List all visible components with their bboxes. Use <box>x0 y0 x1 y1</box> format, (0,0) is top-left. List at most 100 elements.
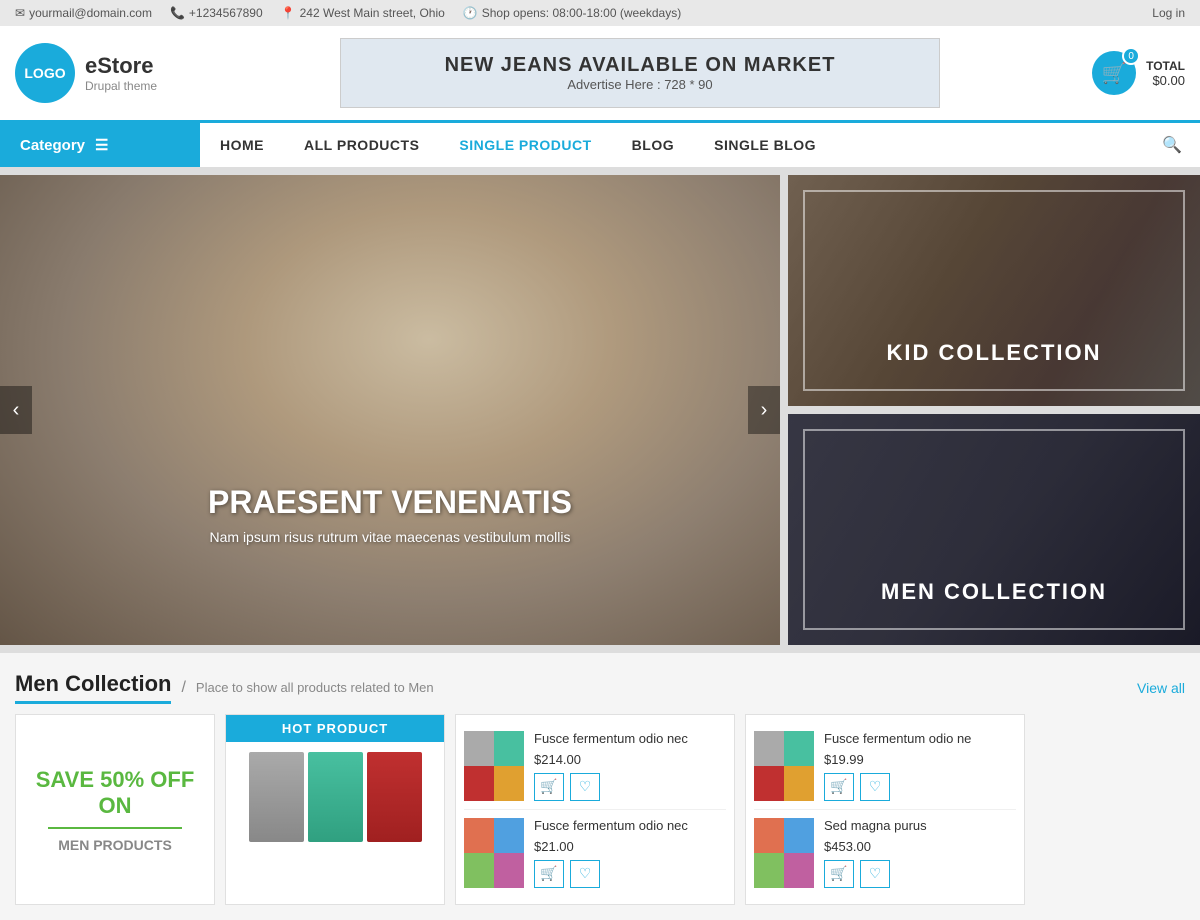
product-info-4: Sed magna purus $453.00 🛒 ♡ <box>824 818 1016 888</box>
logo-circle[interactable]: LOGO <box>15 43 75 103</box>
dress-thumb-3 <box>367 752 422 842</box>
cart-area[interactable]: 🛒 0 TOTAL $0.00 <box>1085 51 1185 95</box>
logo-area: LOGO eStore Drupal theme <box>15 43 195 103</box>
wishlist-1[interactable]: ♡ <box>570 773 600 801</box>
hero-subtitle: Nam ipsum risus rutrum vitae maecenas ve… <box>0 529 780 545</box>
product-name-4: Sed magna purus <box>824 818 1016 835</box>
dress-thumb-1 <box>249 752 304 842</box>
address-item: 📍 242 West Main street, Ohio <box>281 6 445 20</box>
hours-item: 🕐 Shop opens: 08:00-18:00 (weekdays) <box>463 6 681 20</box>
hero-title: PRAESENT VENENATIS <box>0 484 780 521</box>
category-label: Category <box>20 137 85 154</box>
address-text: 242 West Main street, Ohio <box>300 6 445 20</box>
color-chip-12 <box>784 766 814 801</box>
login-link[interactable]: Log in <box>1152 6 1185 20</box>
search-button[interactable]: 🔍 <box>1144 123 1200 167</box>
color-chip-2 <box>494 731 524 766</box>
color-chip-7 <box>464 853 494 888</box>
main-nav: Category ☰ HOME ALL PRODUCTS SINGLE PROD… <box>0 120 1200 167</box>
top-bar-left: ✉ yourmail@domain.com 📞 +1234567890 📍 24… <box>15 6 681 20</box>
color-chip-6 <box>494 818 524 853</box>
hot-product-images <box>226 742 444 852</box>
product-price-3: $19.99 <box>824 752 1016 767</box>
section-header: Men Collection / Place to show all produ… <box>0 653 1200 714</box>
product-actions-3: 🛒 ♡ <box>824 773 1016 801</box>
product-price-4: $453.00 <box>824 839 1016 854</box>
hero-next-button[interactable]: › <box>748 386 780 434</box>
kid-people-image <box>788 175 1200 406</box>
brand-name: eStore <box>85 53 157 79</box>
color-chip-4 <box>494 766 524 801</box>
promo-divider <box>48 827 182 829</box>
cart-icon-wrap[interactable]: 🛒 0 <box>1092 51 1136 95</box>
product-grid: SAVE 50% OFF ON MEN PRODUCTS HOT PRODUCT… <box>0 714 1200 920</box>
nav-single-blog[interactable]: SINGLE BLOG <box>694 125 836 165</box>
view-all-link[interactable]: View all <box>1137 680 1185 696</box>
color-chip-16 <box>784 853 814 888</box>
product-actions-1: 🛒 ♡ <box>534 773 726 801</box>
color-chip-15 <box>754 853 784 888</box>
banner-area[interactable]: NEW JEANS AVAILABLE ON MARKET Advertise … <box>215 38 1065 108</box>
cart-count-badge: 0 <box>1122 47 1140 65</box>
total-amount: $0.00 <box>1146 73 1185 88</box>
top-bar: ✉ yourmail@domain.com 📞 +1234567890 📍 24… <box>0 0 1200 26</box>
nav-single-product[interactable]: SINGLE PRODUCT <box>439 125 611 165</box>
color-chip-8 <box>494 853 524 888</box>
category-button[interactable]: Category ☰ <box>0 123 200 167</box>
nav-blog[interactable]: BLOG <box>612 125 694 165</box>
kid-collection-panel[interactable]: KID COLLECTION <box>788 175 1200 406</box>
promo-products-text: MEN PRODUCTS <box>58 837 172 853</box>
brand-theme: Drupal theme <box>85 79 157 93</box>
product-item-1: Fusce fermentum odio nec $214.00 🛒 ♡ <box>464 723 726 810</box>
product-info-2: Fusce fermentum odio nec $21.00 🛒 ♡ <box>534 818 726 888</box>
wishlist-2[interactable]: ♡ <box>570 860 600 888</box>
total-label: TOTAL <box>1146 59 1185 73</box>
wishlist-3[interactable]: ♡ <box>860 773 890 801</box>
men-collection-panel[interactable]: MEN COLLECTION <box>788 414 1200 645</box>
color-chip-3 <box>464 766 494 801</box>
add-to-cart-3[interactable]: 🛒 <box>824 773 854 801</box>
email-item: ✉ yourmail@domain.com <box>15 6 152 20</box>
nav-all-products[interactable]: ALL PRODUCTS <box>284 125 439 165</box>
product-actions-4: 🛒 ♡ <box>824 860 1016 888</box>
hamburger-icon: ☰ <box>95 136 108 154</box>
hours-text: Shop opens: 08:00-18:00 (weekdays) <box>482 6 681 20</box>
phone-item: 📞 +1234567890 <box>170 6 263 20</box>
top-bar-right[interactable]: Log in <box>1152 6 1185 20</box>
hot-product-card: HOT PRODUCT <box>225 714 445 905</box>
section-title: Men Collection <box>15 671 171 704</box>
kid-collection-label: KID COLLECTION <box>788 340 1200 366</box>
section-subtitle: Place to show all products related to Me… <box>196 680 434 695</box>
nav-home[interactable]: HOME <box>200 125 284 165</box>
banner-ad[interactable]: NEW JEANS AVAILABLE ON MARKET Advertise … <box>340 38 940 108</box>
product-name-3: Fusce fermentum odio ne <box>824 731 1016 748</box>
color-chip-11 <box>754 766 784 801</box>
color-chip-13 <box>754 818 784 853</box>
dress-thumb-2 <box>308 752 363 842</box>
add-to-cart-2[interactable]: 🛒 <box>534 860 564 888</box>
product-thumb-1 <box>464 731 524 801</box>
color-chip-1 <box>464 731 494 766</box>
wishlist-4[interactable]: ♡ <box>860 860 890 888</box>
product-name-2: Fusce fermentum odio nec <box>534 818 726 835</box>
product-item-4: Sed magna purus $453.00 🛒 ♡ <box>754 810 1016 896</box>
add-to-cart-1[interactable]: 🛒 <box>534 773 564 801</box>
email-text: yourmail@domain.com <box>29 6 152 20</box>
location-icon: 📍 <box>281 6 296 20</box>
add-to-cart-4[interactable]: 🛒 <box>824 860 854 888</box>
men-bg <box>788 414 1200 645</box>
men-people-image <box>788 414 1200 645</box>
product-price-2: $21.00 <box>534 839 726 854</box>
product-item-2: Fusce fermentum odio nec $21.00 🛒 ♡ <box>464 810 726 896</box>
promo-on-text: ON <box>99 793 132 819</box>
men-collection-label: MEN COLLECTION <box>788 579 1200 605</box>
hero-side-panels: KID COLLECTION MEN COLLECTION <box>788 175 1200 645</box>
banner-subtitle: Advertise Here : 728 * 90 <box>361 77 919 92</box>
kid-bg <box>788 175 1200 406</box>
color-chip-5 <box>464 818 494 853</box>
hero-prev-button[interactable]: ‹ <box>0 386 32 434</box>
color-chip-14 <box>784 818 814 853</box>
clock-icon: 🕐 <box>463 6 478 20</box>
logo-text: LOGO <box>24 65 65 81</box>
header: LOGO eStore Drupal theme NEW JEANS AVAIL… <box>0 26 1200 120</box>
